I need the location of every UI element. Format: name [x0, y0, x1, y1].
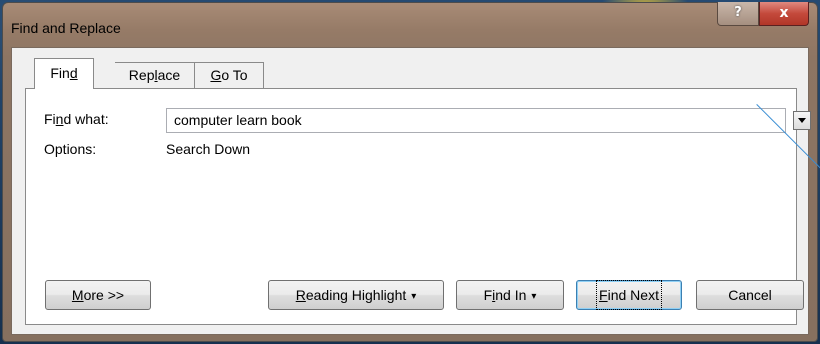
- tab-replace-label-rest: ace: [157, 67, 181, 83]
- tab-goto-mnemonic: G: [210, 67, 222, 83]
- find-in-button[interactable]: Find In ▾: [456, 280, 564, 310]
- tab-replace-label: Rep: [128, 67, 155, 83]
- more-label: ore >>: [83, 287, 125, 303]
- close-icon: x: [779, 5, 789, 21]
- reading-highlight-mnemonic: R: [295, 287, 306, 303]
- more-button[interactable]: More >>: [45, 280, 151, 310]
- find-next-label: ind Next: [607, 287, 659, 303]
- reading-highlight-button[interactable]: Reading Highlight ▾: [268, 280, 444, 310]
- tab-replace[interactable]: Replace: [115, 62, 195, 88]
- find-what-label-end: d what:: [63, 111, 109, 127]
- cancel-button[interactable]: Cancel: [696, 280, 804, 310]
- find-what-input[interactable]: computer learn book: [166, 108, 786, 133]
- find-what-label: Find what:: [44, 111, 109, 127]
- find-replace-dialog: Find and Replace ? x Find Replace Go To …: [2, 2, 818, 342]
- find-next-mnemonic: F: [599, 287, 608, 303]
- options-label: Options:: [44, 141, 97, 157]
- title-bar[interactable]: Find and Replace ? x: [3, 2, 817, 47]
- find-what-dropdown[interactable]: [793, 111, 811, 130]
- find-in-label: nd In: [495, 287, 527, 303]
- help-icon: ?: [734, 5, 742, 20]
- tab-find[interactable]: Find: [34, 58, 94, 89]
- reading-highlight-label: eading Highlight: [305, 287, 407, 303]
- dialog-client-area: Find Replace Go To Find what: computer l…: [11, 47, 811, 335]
- find-in-label-start: F: [483, 287, 493, 303]
- find-what-label-start: Fi: [44, 111, 56, 127]
- close-button[interactable]: x: [759, 2, 809, 26]
- dropdown-arrow-icon: ▾: [531, 291, 537, 302]
- tab-find-mnemonic: d: [69, 65, 78, 81]
- cancel-label: Cancel: [728, 287, 772, 303]
- tab-find-label: Fin: [50, 65, 70, 81]
- dropdown-arrow-icon: ▾: [411, 291, 417, 302]
- tab-goto-label: o To: [221, 67, 248, 83]
- tab-go-to[interactable]: Go To: [194, 62, 264, 88]
- options-value: Search Down: [166, 141, 251, 157]
- more-mnemonic: M: [71, 287, 84, 303]
- find-next-button[interactable]: Find Next: [576, 280, 682, 310]
- window-title: Find and Replace: [11, 20, 121, 36]
- help-button[interactable]: ?: [717, 2, 759, 26]
